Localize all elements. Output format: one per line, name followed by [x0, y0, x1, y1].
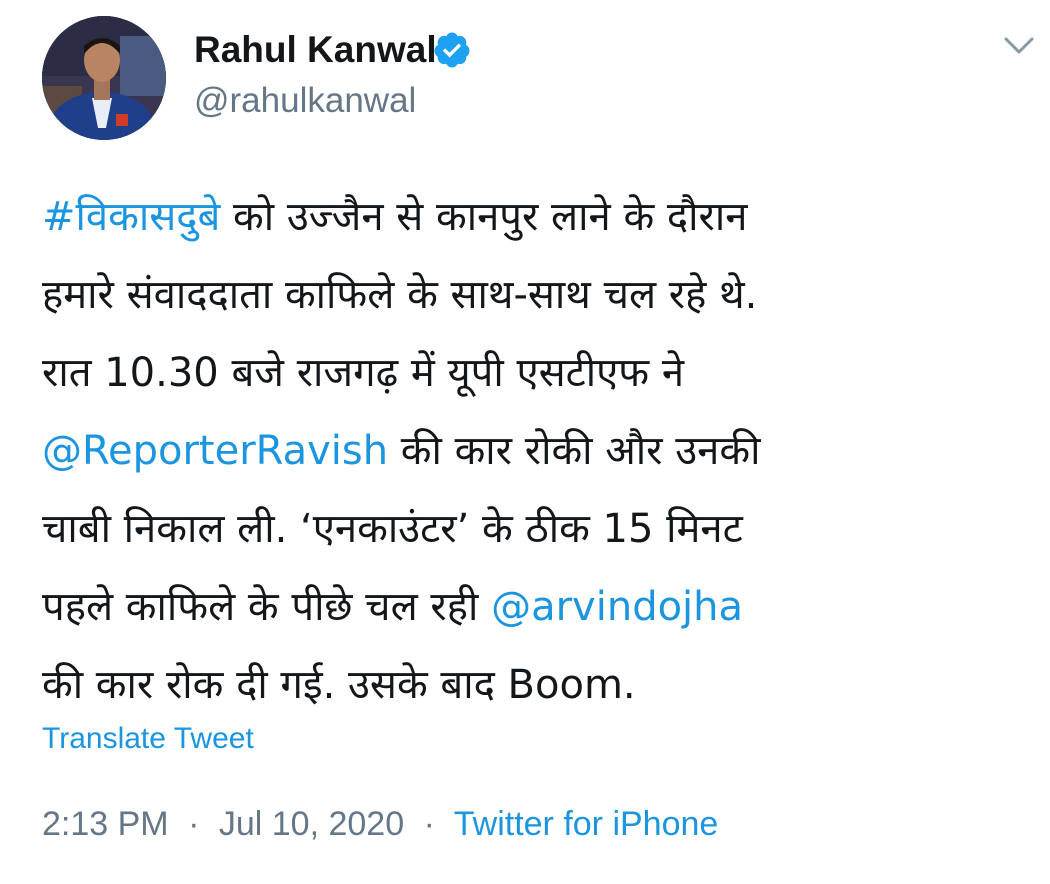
- tweet-text-segment: को उज्जैन से कानपुर लाने के दौरान: [220, 194, 748, 240]
- verified-badge-icon: [434, 32, 470, 68]
- tweet-line: रात 10.30 बजे राजगढ़ में यूपी एसटीएफ ने: [42, 334, 1032, 412]
- tweet-line: #विकासदुबे को उज्जैन से कानपुर लाने के द…: [42, 178, 1032, 256]
- tweet-text: #विकासदुबे को उज्जैन से कानपुर लाने के द…: [42, 178, 1032, 724]
- translate-tweet-link[interactable]: Translate Tweet: [42, 720, 254, 758]
- author-name[interactable]: Rahul Kanwal: [194, 28, 437, 72]
- tweet-line: चाबी निकाल ली. ‘एनकाउंटर’ के ठीक 15 मिनट: [42, 490, 1032, 568]
- tweet-meta: 2:13 PM · Jul 10, 2020 · Twitter for iPh…: [42, 802, 718, 846]
- tweet-text-segment: की कार रोकी और उनकी: [388, 428, 761, 474]
- author-handle[interactable]: @rahulkanwal: [194, 80, 416, 122]
- tweet-text-segment: हमारे संवाददाता काफिले के साथ-साथ चल रहे…: [42, 272, 758, 318]
- tweet-text-segment: रात 10.30 बजे राजगढ़ में यूपी एसटीएफ ने: [42, 350, 685, 396]
- tweet-time[interactable]: 2:13 PM: [42, 805, 169, 843]
- mention-link[interactable]: @ReporterRavish: [42, 428, 388, 474]
- tweet-line: हमारे संवाददाता काफिले के साथ-साथ चल रहे…: [42, 256, 1032, 334]
- hashtag-link[interactable]: #विकासदुबे: [42, 194, 220, 240]
- tweet-line: की कार रोक दी गई. उसके बाद Boom.: [42, 646, 1032, 724]
- tweet-date[interactable]: Jul 10, 2020: [219, 805, 404, 843]
- avatar-image: [42, 16, 166, 140]
- tweet-line: पहले काफिले के पीछे चल रही @arvindojha: [42, 568, 1032, 646]
- meta-separator: ·: [188, 805, 200, 843]
- tweet-text-segment: की कार रोक दी गई. उसके बाद Boom.: [42, 662, 636, 708]
- tweet-line: @ReporterRavish की कार रोकी और उनकी: [42, 412, 1032, 490]
- tweet-text-segment: चाबी निकाल ली. ‘एनकाउंटर’ के ठीक 15 मिनट: [42, 506, 743, 552]
- tweet-card: Rahul Kanwal @rahulkanwal #विकासदुबे को …: [0, 0, 1050, 884]
- meta-separator: ·: [423, 805, 435, 843]
- tweet-text-segment: पहले काफिले के पीछे चल रही: [42, 584, 492, 630]
- mention-link[interactable]: @arvindojha: [491, 584, 743, 630]
- tweet-source-link[interactable]: Twitter for iPhone: [454, 805, 719, 843]
- avatar[interactable]: [42, 16, 166, 140]
- chevron-down-icon[interactable]: [1000, 30, 1038, 60]
